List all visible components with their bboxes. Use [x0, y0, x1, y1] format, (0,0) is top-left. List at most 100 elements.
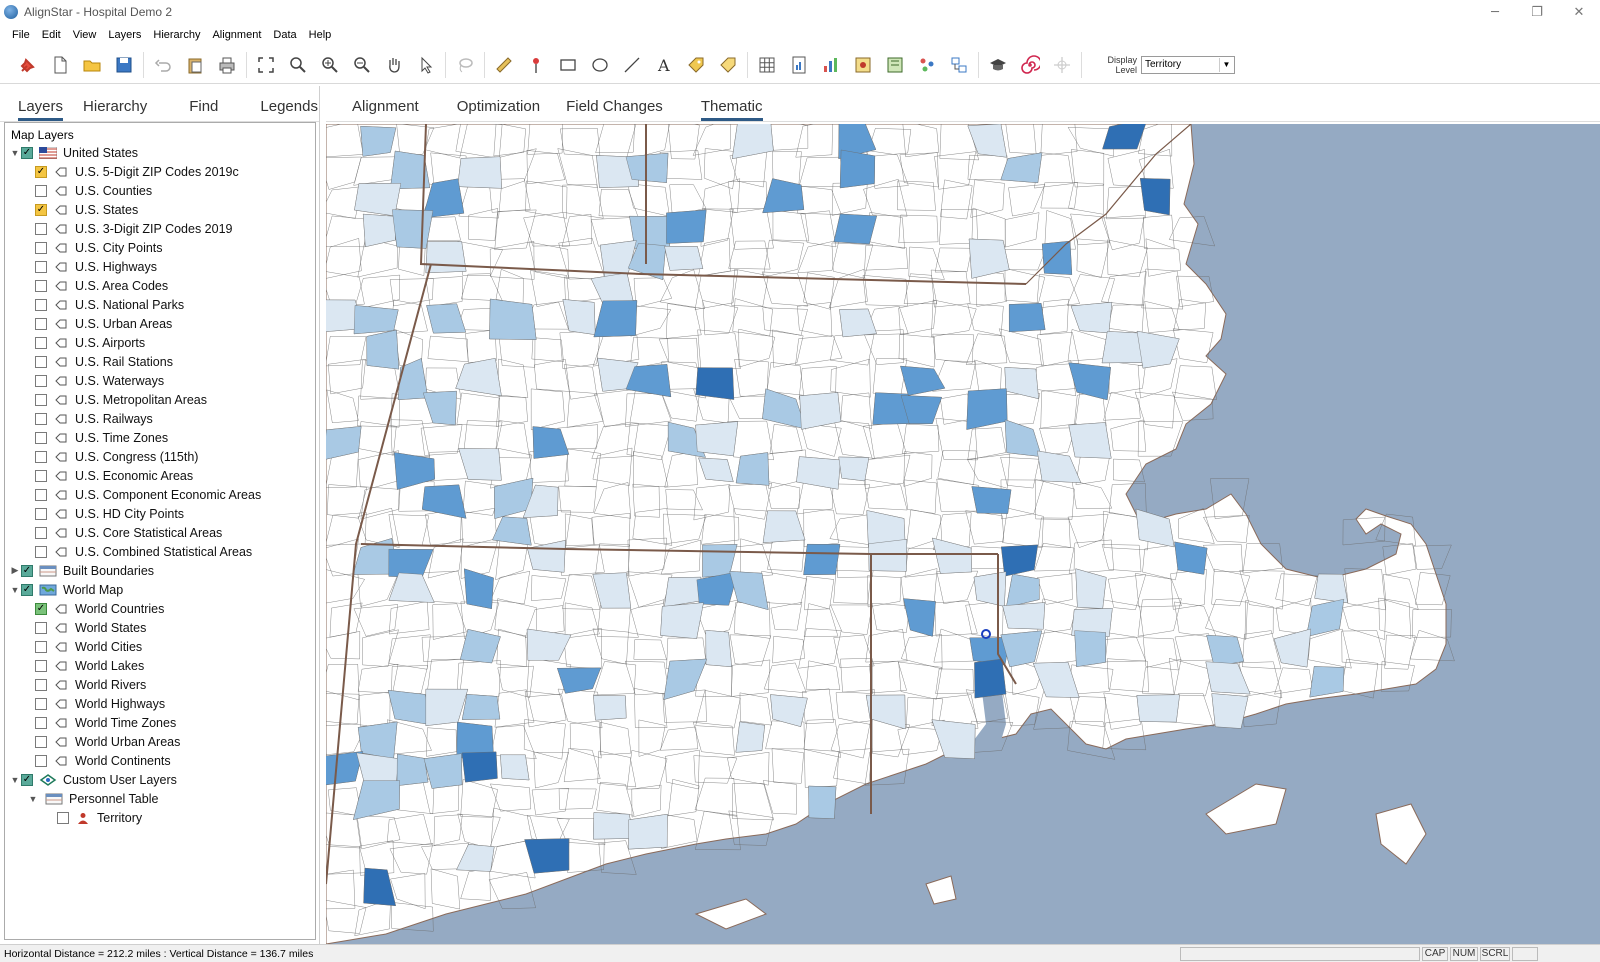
shaded-zip-region[interactable] — [1314, 573, 1348, 604]
layer-visibility-checkbox[interactable]: ✓ — [21, 583, 33, 596]
layer-row[interactable]: U.S. Counties — [5, 181, 315, 200]
layer-visibility-checkbox[interactable] — [35, 374, 47, 387]
shaded-zip-region[interactable] — [353, 305, 399, 335]
shaded-zip-region[interactable] — [803, 543, 841, 575]
layer-visibility-checkbox[interactable] — [35, 754, 47, 767]
layer-visibility-checkbox[interactable] — [35, 678, 47, 691]
tag-icon[interactable] — [712, 49, 744, 81]
layer-row[interactable]: ▶ ✓ Built Boundaries — [5, 561, 315, 580]
layer-row[interactable]: World Highways — [5, 694, 315, 713]
menu-edit[interactable]: Edit — [36, 29, 67, 41]
shaded-zip-region[interactable] — [391, 209, 434, 249]
layer-row[interactable]: World Continents — [5, 751, 315, 770]
layer-row[interactable]: ✓ U.S. States — [5, 200, 315, 219]
layer-row[interactable]: U.S. Railways — [5, 409, 315, 428]
layer-row[interactable]: World Cities — [5, 637, 315, 656]
shaded-zip-region[interactable] — [974, 658, 1007, 699]
shaded-zip-region[interactable] — [1041, 240, 1073, 275]
minimize-button[interactable]: ─ — [1474, 0, 1516, 24]
shaded-zip-region[interactable] — [1008, 303, 1046, 333]
layer-row[interactable]: U.S. Time Zones — [5, 428, 315, 447]
map-book-icon[interactable] — [879, 49, 911, 81]
lasso-icon[interactable] — [449, 49, 481, 81]
layer-row[interactable]: ▼ ✓ Custom User Layers — [5, 770, 315, 789]
pan-hand-icon[interactable] — [378, 49, 410, 81]
report-icon[interactable] — [783, 49, 815, 81]
open-folder-icon[interactable] — [76, 49, 108, 81]
layer-visibility-checkbox[interactable] — [35, 336, 47, 349]
layer-row[interactable]: U.S. Economic Areas — [5, 466, 315, 485]
layer-visibility-checkbox[interactable] — [35, 393, 47, 406]
layer-row[interactable]: ▼ ✓ United States — [5, 143, 315, 162]
layer-visibility-checkbox[interactable] — [35, 545, 47, 558]
layer-row[interactable]: U.S. National Parks — [5, 295, 315, 314]
select-arrow-icon[interactable] — [410, 49, 442, 81]
layer-row[interactable]: ▼ Personnel Table — [5, 789, 315, 808]
shaded-zip-region[interactable] — [461, 694, 501, 720]
menu-file[interactable]: File — [6, 29, 36, 41]
menu-hierarchy[interactable]: Hierarchy — [147, 29, 206, 41]
layer-visibility-checkbox[interactable] — [35, 260, 47, 273]
shaded-zip-region[interactable] — [971, 486, 1012, 514]
zoom-out-icon[interactable] — [346, 49, 378, 81]
chevron-down-icon[interactable]: ▼ — [1219, 57, 1233, 72]
shaded-zip-region[interactable] — [593, 695, 627, 721]
tab-thematic[interactable]: Thematic — [700, 98, 763, 121]
shaded-zip-region[interactable] — [666, 209, 707, 244]
shaded-zip-region[interactable] — [868, 539, 908, 572]
ellipse-icon[interactable] — [584, 49, 616, 81]
save-icon[interactable] — [108, 49, 140, 81]
paste-icon[interactable] — [179, 49, 211, 81]
layer-visibility-checkbox[interactable] — [35, 659, 47, 672]
shaded-zip-region[interactable] — [396, 753, 429, 786]
layer-visibility-checkbox[interactable] — [35, 355, 47, 368]
shaded-zip-region[interactable] — [1140, 178, 1171, 216]
expand-triangle-icon[interactable]: ▶ — [9, 565, 21, 577]
restore-button[interactable]: ❐ — [1516, 0, 1558, 24]
rectangle-icon[interactable] — [552, 49, 584, 81]
layer-row[interactable]: World States — [5, 618, 315, 637]
shaded-zip-region[interactable] — [695, 421, 739, 457]
layer-row[interactable]: Territory — [5, 808, 315, 827]
shaded-zip-region[interactable] — [838, 456, 870, 482]
layer-row[interactable]: World Urban Areas — [5, 732, 315, 751]
layer-row[interactable]: U.S. Area Codes — [5, 276, 315, 295]
layer-row[interactable]: U.S. Highways — [5, 257, 315, 276]
layer-row[interactable]: U.S. Combined Statistical Areas — [5, 542, 315, 561]
menu-view[interactable]: View — [67, 29, 103, 41]
shaded-zip-region[interactable] — [461, 751, 498, 783]
zoom-icon[interactable] — [282, 49, 314, 81]
shaded-zip-region[interactable] — [489, 298, 537, 340]
shaded-zip-region[interactable] — [593, 812, 635, 840]
layer-visibility-checkbox[interactable] — [35, 621, 47, 634]
text-icon[interactable]: A — [648, 49, 680, 81]
menu-alignment[interactable]: Alignment — [206, 29, 267, 41]
line-icon[interactable] — [616, 49, 648, 81]
thematic-map[interactable] — [326, 124, 1600, 944]
shaded-zip-region[interactable] — [1068, 422, 1112, 459]
layer-visibility-checkbox[interactable] — [35, 431, 47, 444]
layer-row[interactable]: U.S. Rail Stations — [5, 352, 315, 371]
display-level-select[interactable]: Territory ▼ — [1141, 55, 1235, 74]
menu-layers[interactable]: Layers — [102, 29, 147, 41]
layer-visibility-checkbox[interactable]: ✓ — [35, 165, 47, 178]
shaded-zip-region[interactable] — [660, 602, 704, 639]
layer-row[interactable]: World Lakes — [5, 656, 315, 675]
layer-row[interactable]: U.S. Metropolitan Areas — [5, 390, 315, 409]
bar-chart-icon[interactable] — [815, 49, 847, 81]
layer-row[interactable]: U.S. City Points — [5, 238, 315, 257]
layer-visibility-checkbox[interactable]: ✓ — [35, 602, 47, 615]
layer-visibility-checkbox[interactable] — [35, 697, 47, 710]
collapse-triangle-icon[interactable]: ▼ — [9, 147, 21, 159]
layer-visibility-checkbox[interactable] — [35, 735, 47, 748]
layer-row[interactable]: U.S. Core Statistical Areas — [5, 523, 315, 542]
collapse-triangle-icon[interactable]: ▼ — [27, 793, 39, 805]
shaded-zip-region[interactable] — [1002, 602, 1046, 630]
shaded-zip-region[interactable] — [695, 367, 735, 400]
layer-row[interactable]: U.S. Congress (115th) — [5, 447, 315, 466]
spiral-icon[interactable] — [1014, 49, 1046, 81]
layer-visibility-checkbox[interactable] — [35, 640, 47, 653]
layer-visibility-checkbox[interactable]: ✓ — [21, 773, 33, 786]
shaded-zip-region[interactable] — [357, 721, 398, 759]
people-icon[interactable] — [911, 49, 943, 81]
